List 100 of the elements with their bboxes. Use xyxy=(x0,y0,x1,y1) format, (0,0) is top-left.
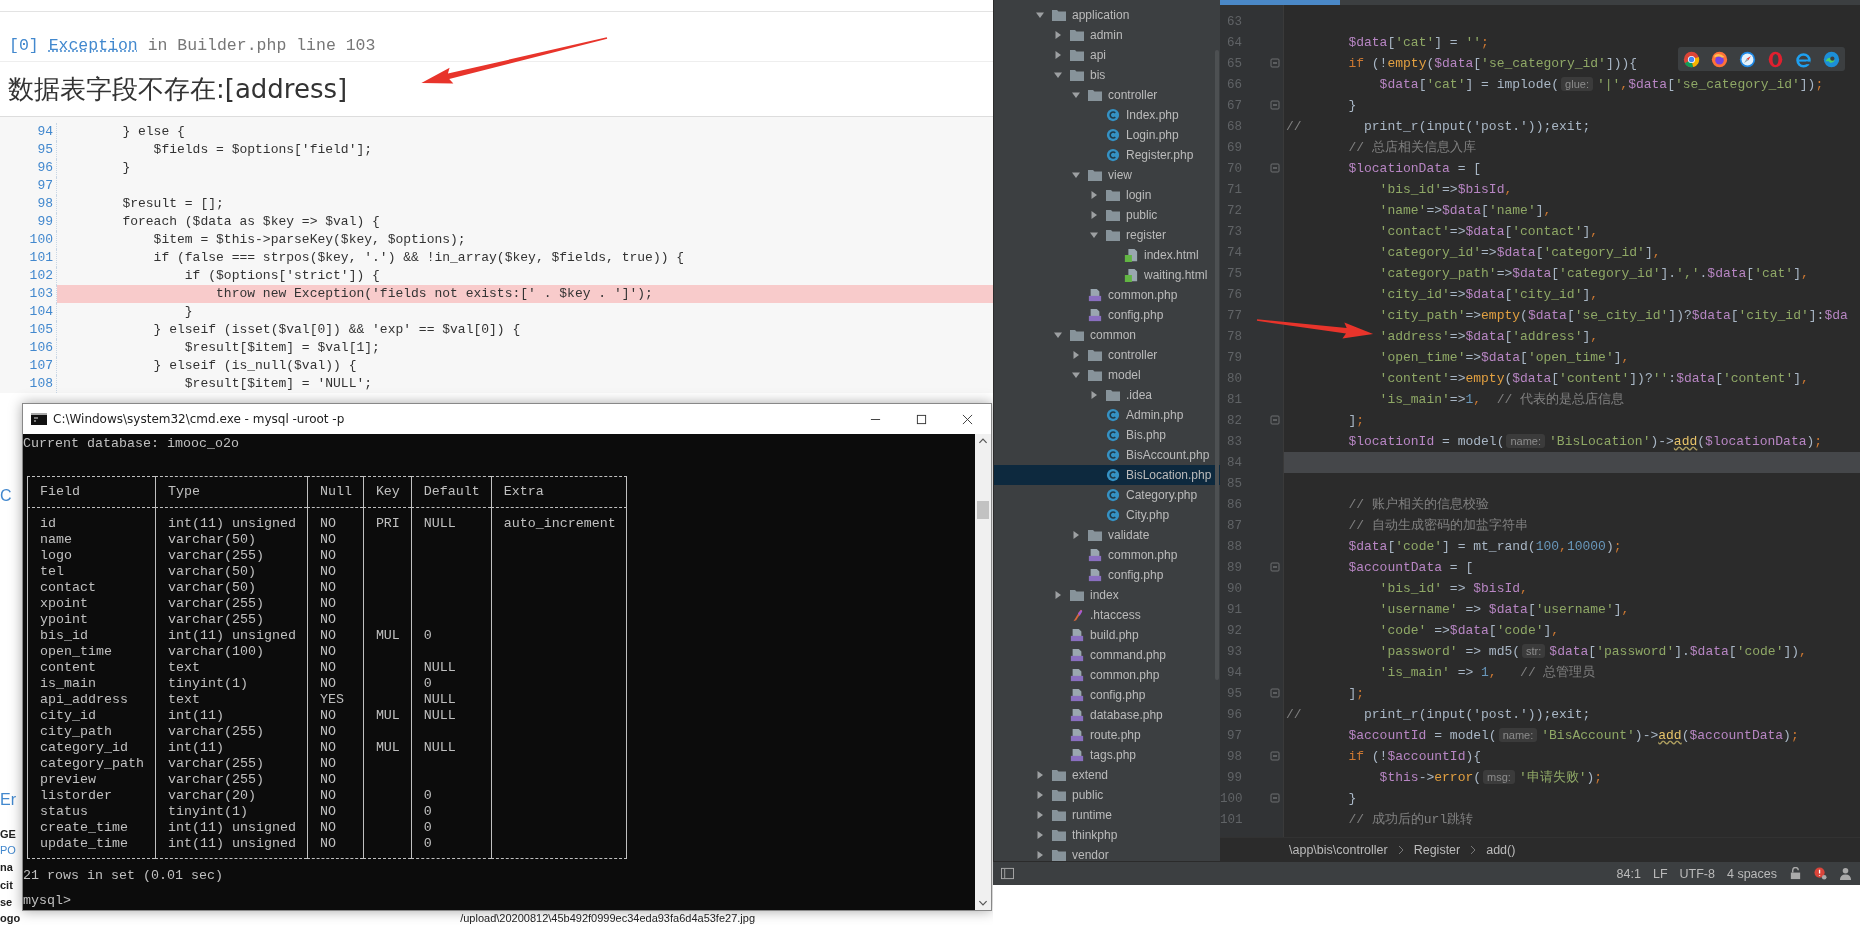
tree-item[interactable]: .htaccess xyxy=(994,605,1220,625)
browser-icon[interactable] xyxy=(1794,50,1812,68)
tree-item[interactable]: common.php xyxy=(994,665,1220,685)
caret-right-icon[interactable] xyxy=(1089,390,1099,400)
fold-marker-icon[interactable] xyxy=(1270,751,1280,761)
tree-item[interactable]: thinkphp xyxy=(994,825,1220,845)
tree-item[interactable]: model xyxy=(994,365,1220,385)
browser-icon[interactable] xyxy=(1711,50,1729,68)
table-cell: varchar(50) xyxy=(154,580,307,596)
tree-item[interactable]: Index.php xyxy=(994,105,1220,125)
code-line: $accountData = [ xyxy=(1347,559,1474,577)
class-icon xyxy=(1105,488,1121,502)
caret-right-icon[interactable] xyxy=(1053,590,1063,600)
tree-item[interactable]: bis xyxy=(994,65,1220,85)
tree-item[interactable]: Admin.php xyxy=(994,405,1220,425)
caret-down-icon[interactable] xyxy=(1071,90,1081,100)
tree-item[interactable]: tags.php xyxy=(994,745,1220,765)
tree-item[interactable]: api xyxy=(994,45,1220,65)
tree-item[interactable]: public xyxy=(994,205,1220,225)
fold-marker-icon[interactable] xyxy=(1270,562,1280,572)
fold-marker-icon[interactable] xyxy=(1270,163,1280,173)
breadcrumb-item[interactable]: Register xyxy=(1413,842,1461,857)
caret-right-icon[interactable] xyxy=(1071,530,1081,540)
tree-item[interactable]: application xyxy=(994,5,1220,25)
caret-down-icon[interactable] xyxy=(1035,10,1045,20)
tree-item[interactable]: view xyxy=(994,165,1220,185)
tree-item[interactable]: Login.php xyxy=(994,125,1220,145)
line-ending[interactable]: LF xyxy=(1652,866,1668,881)
tree-item[interactable]: config.php xyxy=(994,305,1220,325)
browser-icon[interactable] xyxy=(1683,50,1701,68)
tree-item[interactable]: register xyxy=(994,225,1220,245)
tree-item[interactable]: index.html xyxy=(994,245,1220,265)
cursor-position[interactable]: 84:1 xyxy=(1616,866,1641,881)
fold-marker-icon[interactable] xyxy=(1270,58,1280,68)
person-icon[interactable] xyxy=(1839,867,1852,880)
table-cell: varchar(255) xyxy=(154,772,307,788)
tree-item[interactable]: controller xyxy=(994,85,1220,105)
exception-link[interactable]: Exception xyxy=(48,36,138,55)
console-prompt[interactable]: mysql> xyxy=(23,893,975,909)
tree-item[interactable]: Category.php xyxy=(994,485,1220,505)
tree-item[interactable]: config.php xyxy=(994,685,1220,705)
breadcrumb-item[interactable]: add() xyxy=(1486,842,1516,857)
caret-down-icon[interactable] xyxy=(1071,170,1081,180)
tree-item[interactable]: common xyxy=(994,325,1220,345)
tree-item[interactable]: public xyxy=(994,785,1220,805)
fold-marker-icon[interactable] xyxy=(1270,100,1280,110)
tree-item[interactable]: command.php xyxy=(994,645,1220,665)
table-cell: 0 xyxy=(410,804,491,820)
tree-item[interactable]: controller xyxy=(994,345,1220,365)
caret-down-icon[interactable] xyxy=(1053,330,1063,340)
caret-right-icon[interactable] xyxy=(1035,810,1045,820)
tree-item[interactable]: BisAccount.php xyxy=(994,445,1220,465)
tree-item[interactable]: extend xyxy=(994,765,1220,785)
tree-item[interactable]: admin xyxy=(994,25,1220,45)
tree-item[interactable]: City.php xyxy=(994,505,1220,525)
tree-item[interactable]: runtime xyxy=(994,805,1220,825)
caret-right-icon[interactable] xyxy=(1053,50,1063,60)
fold-marker-icon[interactable] xyxy=(1270,793,1280,803)
tree-item[interactable]: index xyxy=(994,585,1220,605)
caret-right-icon[interactable] xyxy=(1035,770,1045,780)
tree-item[interactable]: login xyxy=(994,185,1220,205)
caret-down-icon[interactable] xyxy=(1053,70,1063,80)
indent-setting[interactable]: 4 spaces xyxy=(1726,866,1777,881)
caret-right-icon[interactable] xyxy=(1089,210,1099,220)
tree-item[interactable]: .idea xyxy=(994,385,1220,405)
scrollbar[interactable] xyxy=(975,434,991,910)
tree-item[interactable]: Bis.php xyxy=(994,425,1220,445)
tree-item[interactable]: common.php xyxy=(994,285,1220,305)
tree-item[interactable]: BisLocation.php xyxy=(994,465,1220,485)
caret-down-icon[interactable] xyxy=(1089,230,1099,240)
tree-item[interactable]: config.php xyxy=(994,565,1220,585)
fold-marker-icon[interactable] xyxy=(1270,688,1280,698)
folder-icon xyxy=(1087,168,1103,182)
browser-icon[interactable] xyxy=(1739,50,1757,68)
caret-right-icon[interactable] xyxy=(1089,190,1099,200)
caret-right-icon[interactable] xyxy=(1035,830,1045,840)
exception-location: in Builder.php line 103 xyxy=(147,36,376,55)
tree-item[interactable]: validate xyxy=(994,525,1220,545)
close-icon[interactable] xyxy=(962,413,973,425)
browser-icon[interactable] xyxy=(1822,50,1840,68)
scroll-thumb[interactable] xyxy=(977,501,989,519)
file-encoding[interactable]: UTF-8 xyxy=(1679,866,1715,881)
panel-icon[interactable] xyxy=(1001,867,1014,880)
table-cell: 0 xyxy=(410,836,491,859)
tree-item[interactable]: common.php xyxy=(994,545,1220,565)
tree-item[interactable]: database.php xyxy=(994,705,1220,725)
lock-icon[interactable] xyxy=(1789,867,1802,880)
breadcrumb-item[interactable]: \app\bis\controller xyxy=(1289,842,1388,857)
tree-item[interactable]: vendor xyxy=(994,845,1220,861)
fold-marker-icon[interactable] xyxy=(1270,415,1280,425)
tree-item[interactable]: Register.php xyxy=(994,145,1220,165)
maximize-icon[interactable] xyxy=(916,413,927,425)
tree-item[interactable]: waiting.html xyxy=(994,265,1220,285)
error-icon[interactable] xyxy=(1814,867,1827,880)
caret-down-icon[interactable] xyxy=(1071,370,1081,380)
tree-item[interactable]: route.php xyxy=(994,725,1220,745)
caret-right-icon[interactable] xyxy=(1053,30,1063,40)
caret-right-icon[interactable] xyxy=(1071,350,1081,360)
tree-item[interactable]: build.php xyxy=(994,625,1220,645)
caret-right-icon[interactable] xyxy=(1035,790,1045,800)
